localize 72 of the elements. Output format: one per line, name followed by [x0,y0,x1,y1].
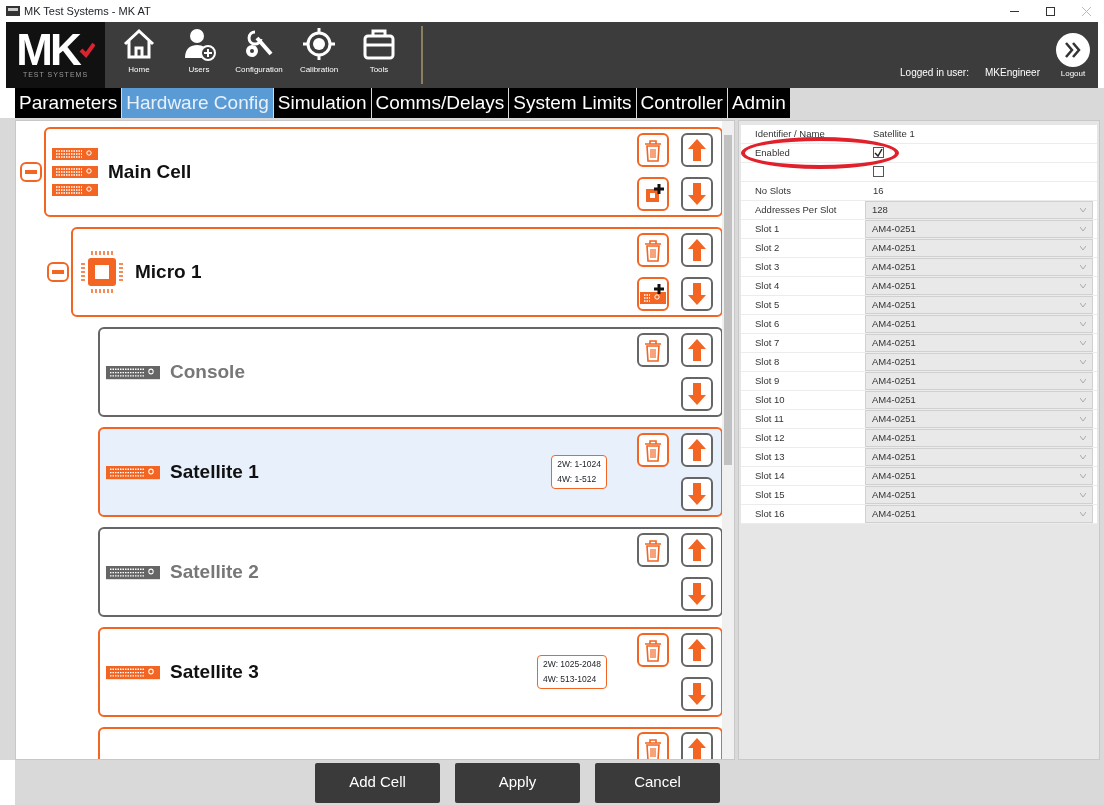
node-card[interactable]: Console [98,327,723,417]
dropdown[interactable]: AM4-0251 [865,220,1093,238]
dropdown[interactable]: AM4-0251 [865,353,1093,371]
node-card[interactable]: Satellite 1 2W: 1-1024 4W: 1-512 [98,427,723,517]
logo-text: MK [16,29,79,70]
property-label: Slot 11 [755,413,784,424]
toolbar-button[interactable]: Users [173,22,225,88]
property-label: Slot 2 [755,242,780,253]
tab[interactable]: Controller [636,88,727,118]
property-label: Addresses Per Slot [755,204,837,215]
dropdown[interactable]: AM4-0251 [865,315,1093,333]
tab[interactable]: Simulation [273,88,371,118]
dropdown[interactable]: AM4-0251 [865,467,1093,485]
tab[interactable]: Parameters [15,88,122,118]
node-name: Micro 1 [135,259,202,284]
property-label: Enabled [755,147,790,158]
dropdown[interactable]: AM4-0251 [865,296,1093,314]
dropdown[interactable]: AM4-0251 [865,448,1093,466]
dropdown[interactable]: AM4-0251 [865,334,1093,352]
dropdown[interactable]: AM4-0251 [865,391,1093,409]
dropdown[interactable]: AM4-0251 [865,277,1093,295]
action-button[interactable]: Add Cell [315,762,440,803]
property-label: Slot 13 [755,451,785,462]
property-label: Slot 9 [755,375,780,386]
property-label: Slot 12 [755,432,785,443]
node-name: Satellite 3 [170,659,259,684]
property-value: 16 [873,185,884,196]
node-name: Satellite 2 [170,559,259,584]
property-label: Slot 10 [755,394,785,405]
property-label: Slot 3 [755,261,780,272]
user-label: Logged in user: [900,66,969,80]
property-label: Slot 1 [755,223,780,234]
logout-button[interactable]: Logout [1056,33,1090,80]
node-name: Satellite 1 [170,459,259,484]
dropdown[interactable]: AM4-0251 [865,239,1093,257]
node-name: Main Cell [108,159,192,184]
property-value: Satellite 1 [873,128,915,139]
dropdown[interactable]: AM4-0251 [865,505,1093,523]
toolbar-button[interactable]: Home [113,22,165,88]
node-card[interactable]: Micro 1 [71,227,723,317]
dropdown[interactable]: AM4-0251 [865,410,1093,428]
dropdown[interactable]: AM4-0251 [865,258,1093,276]
address-range: 2W: 1025-2048 4W: 513-1024 [537,655,607,689]
dropdown[interactable]: AM4-0251 [865,486,1093,504]
tab[interactable]: Admin [727,88,790,118]
property-label: Slot 8 [755,356,780,367]
property-label: Slot 6 [755,318,780,329]
node-card[interactable]: Main Cell [44,127,723,217]
property-label: Slot 5 [755,299,780,310]
action-button[interactable]: Cancel [595,762,720,803]
property-label: Slot 16 [755,508,785,519]
property-label: Slot 15 [755,489,785,500]
property-label: Slot 4 [755,280,780,291]
toolbar-button[interactable]: Calibration [293,22,345,88]
window-title: MK Test Systems - MK AT [24,3,151,19]
tab[interactable]: System Limits [509,88,636,118]
node-card[interactable]: Satellite 3 2W: 1025-2048 4W: 513-1024 [98,627,723,717]
node-name: Console [170,359,245,384]
address-range: 2W: 1-1024 4W: 1-512 [551,455,607,489]
dropdown[interactable]: 128 [865,201,1093,219]
property-label: Slot 14 [755,470,785,481]
dropdown[interactable]: AM4-0251 [865,372,1093,390]
property-label: Slot 7 [755,337,780,348]
property-label: Identifier / Name [755,128,825,139]
toolbar-button[interactable]: Tools [353,22,405,88]
toolbar-button[interactable]: Configuration [233,22,285,88]
tab[interactable]: Comms/Delays [371,88,509,118]
user-name: MKEngineer [984,66,1040,80]
dropdown[interactable]: AM4-0251 [865,429,1093,447]
node-card[interactable]: Satellite 2 [98,527,723,617]
property-label: No Slots [755,185,791,196]
action-button[interactable]: Apply [455,762,580,803]
